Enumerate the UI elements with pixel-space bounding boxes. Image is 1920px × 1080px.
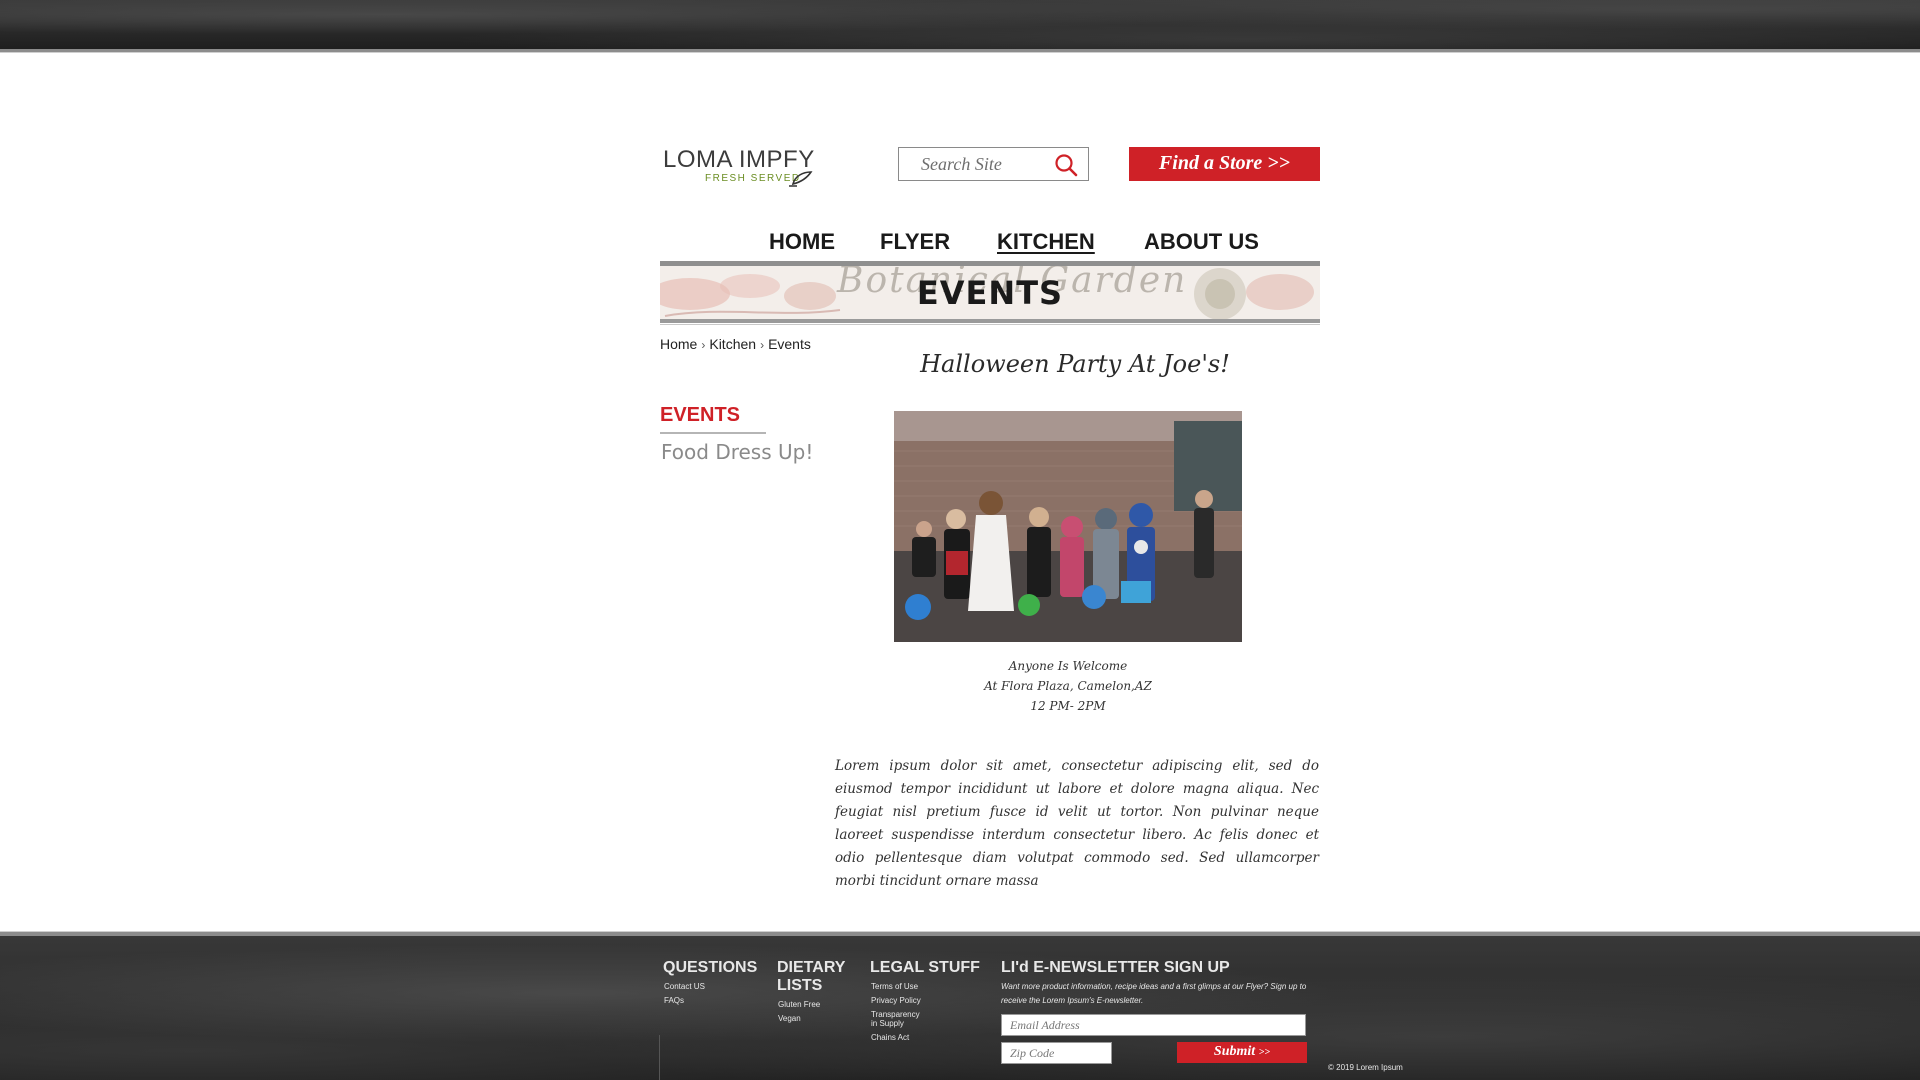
footer-link-in-supply[interactable]: in Supply [871,1019,904,1028]
page-banner: Botanical Garden EVENTS [660,266,1320,322]
footer-link-transparency[interactable]: Transparency [871,1010,920,1019]
footer-questions-title: QUESTIONS [663,959,758,976]
event-photo [894,411,1242,642]
newsletter-zip-field[interactable] [1001,1042,1112,1064]
nav-about-us[interactable]: ABOUT US [1144,229,1259,255]
newsletter-submit-button[interactable]: Submit >> [1177,1042,1307,1063]
banner-divider-thin [660,324,1320,325]
event-time: 12 PM- 2PM [1030,699,1106,713]
footer-legal-title: LEGAL STUFF [870,959,980,976]
sidebar-item-food-dress-up[interactable]: Food Dress Up! [661,440,813,464]
footer-newsletter-title: LI'd E-NEWSLETTER SIGN UP [1001,959,1230,976]
footer-link-terms-of-use[interactable]: Terms of Use [871,982,918,991]
page-title: EVENTS [916,274,1064,312]
footer-newsletter-blurb: Want more product information, recipe id… [1001,982,1307,1005]
breadcrumb-separator: › [701,338,706,352]
nav-kitchen[interactable]: KITCHEN [997,229,1095,255]
event-audience: Anyone Is Welcome [1008,659,1128,673]
site-logo[interactable]: LOMA IMPFY FRESH SERVED [663,146,823,188]
nav-flyer[interactable]: FLYER [880,229,950,255]
find-a-store-button[interactable]: Find a Store >> [1129,147,1320,181]
breadcrumb-events: Events [768,336,811,352]
submit-label: Submit [1213,1044,1256,1059]
site-footer [0,936,1920,1080]
sidebar-divider [660,432,766,434]
top-divider [0,49,1920,53]
footer-link-privacy-policy[interactable]: Privacy Policy [871,996,921,1005]
event-description: Lorem ipsum dolor sit amet, consectetur … [835,758,1319,889]
main-nav: HOME FLYER KITCHEN ABOUT US [0,229,1920,259]
breadcrumb-kitchen[interactable]: Kitchen [709,336,756,352]
top-texture-band [0,0,1920,49]
search-input[interactable] [900,149,1048,179]
search-icon[interactable] [1054,153,1078,177]
copyright: © 2019 Lorem Ipsum [1328,1063,1403,1072]
leaf-icon [789,171,813,187]
footer-dietary-title: DIETARY LISTS [777,959,845,995]
event-location: At Flora Plaza, Camelon,AZ [984,679,1152,693]
banner-divider [660,319,1320,323]
breadcrumb-home[interactable]: Home [660,336,697,352]
breadcrumb: Home › Kitchen › Events [660,336,811,352]
submit-arrow: >> [1258,1047,1271,1058]
event-title: Halloween Party At Joe's! [920,350,1230,378]
footer-link-faqs[interactable]: FAQs [664,996,684,1005]
footer-link-gluten-free[interactable]: Gluten Free [778,1000,820,1009]
newsletter-email-field[interactable] [1001,1014,1306,1036]
footer-link-vegan[interactable]: Vegan [778,1014,801,1023]
event-details: Anyone Is Welcome At Flora Plaza, Camelo… [880,656,1256,716]
nav-home[interactable]: HOME [769,229,835,255]
breadcrumb-separator: › [760,338,765,352]
footer-link-chains-act[interactable]: Chains Act [871,1033,909,1042]
footer-dietary-title-line1: DIETARY [777,959,846,976]
footer-link-contact-us[interactable]: Contact US [664,982,705,991]
search-box [898,147,1089,181]
footer-dietary-title-line2: LISTS [777,977,823,994]
sidebar-title: EVENTS [660,404,741,426]
footer-column-divider [659,1035,660,1080]
